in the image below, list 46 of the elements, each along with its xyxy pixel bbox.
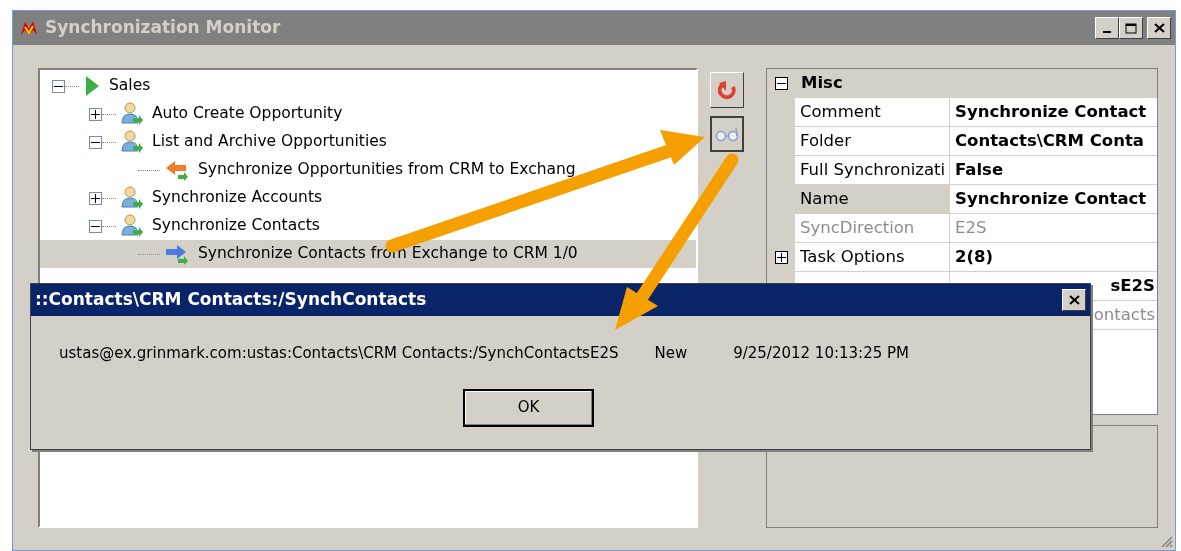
play-icon — [83, 74, 101, 98]
left-arrow-icon — [164, 158, 190, 182]
right-arrow-icon — [164, 242, 190, 266]
property-name[interactable]: Folder — [795, 127, 950, 156]
view-button[interactable] — [710, 116, 744, 152]
property-name[interactable]: Comment — [795, 98, 950, 127]
minimize-icon — [1103, 31, 1111, 33]
property-name[interactable]: Full Synchronizati — [795, 156, 950, 185]
property-name[interactable]: Task Options — [795, 243, 950, 272]
tree-item[interactable]: Synchronize Accounts — [152, 186, 323, 210]
person-icon — [120, 185, 144, 211]
close-icon — [1153, 23, 1165, 33]
tree-item[interactable]: List and Archive Opportunities — [152, 130, 387, 154]
maximize-button[interactable] — [1119, 17, 1143, 39]
timestamp-text: 9/25/2012 10:13:25 PM — [733, 343, 909, 364]
dialog-title: ::Contacts\CRM Contacts:/SynchContacts — [35, 288, 427, 312]
tree-item[interactable]: Auto Create Opportunity — [152, 102, 343, 126]
address-text: ustas@ex.grinmark.com:ustas:Contacts\CRM Contacts:/SynchContactsE2S — [59, 343, 619, 364]
expander-icon[interactable] — [89, 135, 102, 149]
tree-item[interactable]: Synchronize Contacts — [152, 214, 320, 238]
window-title: Synchronization Monitor — [45, 16, 281, 40]
close-button[interactable] — [1062, 289, 1086, 311]
expander-icon[interactable] — [89, 107, 102, 121]
resize-grip-icon — [1159, 534, 1173, 548]
status-text: New — [654, 343, 688, 364]
minimize-button[interactable] — [1095, 17, 1119, 39]
person-icon — [120, 129, 144, 155]
tree-item[interactable]: Sales — [109, 74, 151, 98]
expander-icon[interactable] — [774, 251, 788, 264]
close-icon — [1068, 295, 1080, 305]
ok-button[interactable]: OK — [463, 388, 594, 427]
property-name[interactable]: Name — [795, 185, 950, 214]
glasses-icon — [715, 126, 739, 142]
category-label: Misc — [800, 72, 843, 95]
person-icon — [120, 101, 144, 127]
close-button[interactable] — [1147, 17, 1171, 39]
person-icon — [120, 213, 144, 239]
circular-arrow-icon — [716, 79, 738, 101]
refresh-button[interactable] — [710, 72, 744, 108]
expander-icon[interactable] — [89, 219, 102, 233]
expander-icon[interactable] — [52, 79, 65, 93]
expander-icon[interactable] — [89, 191, 102, 205]
tree-item[interactable]: Synchronize Opportunities from CRM to Exchang — [198, 158, 576, 182]
app-icon — [19, 19, 39, 37]
expander-icon[interactable] — [774, 77, 788, 90]
maximize-icon — [1125, 22, 1137, 34]
